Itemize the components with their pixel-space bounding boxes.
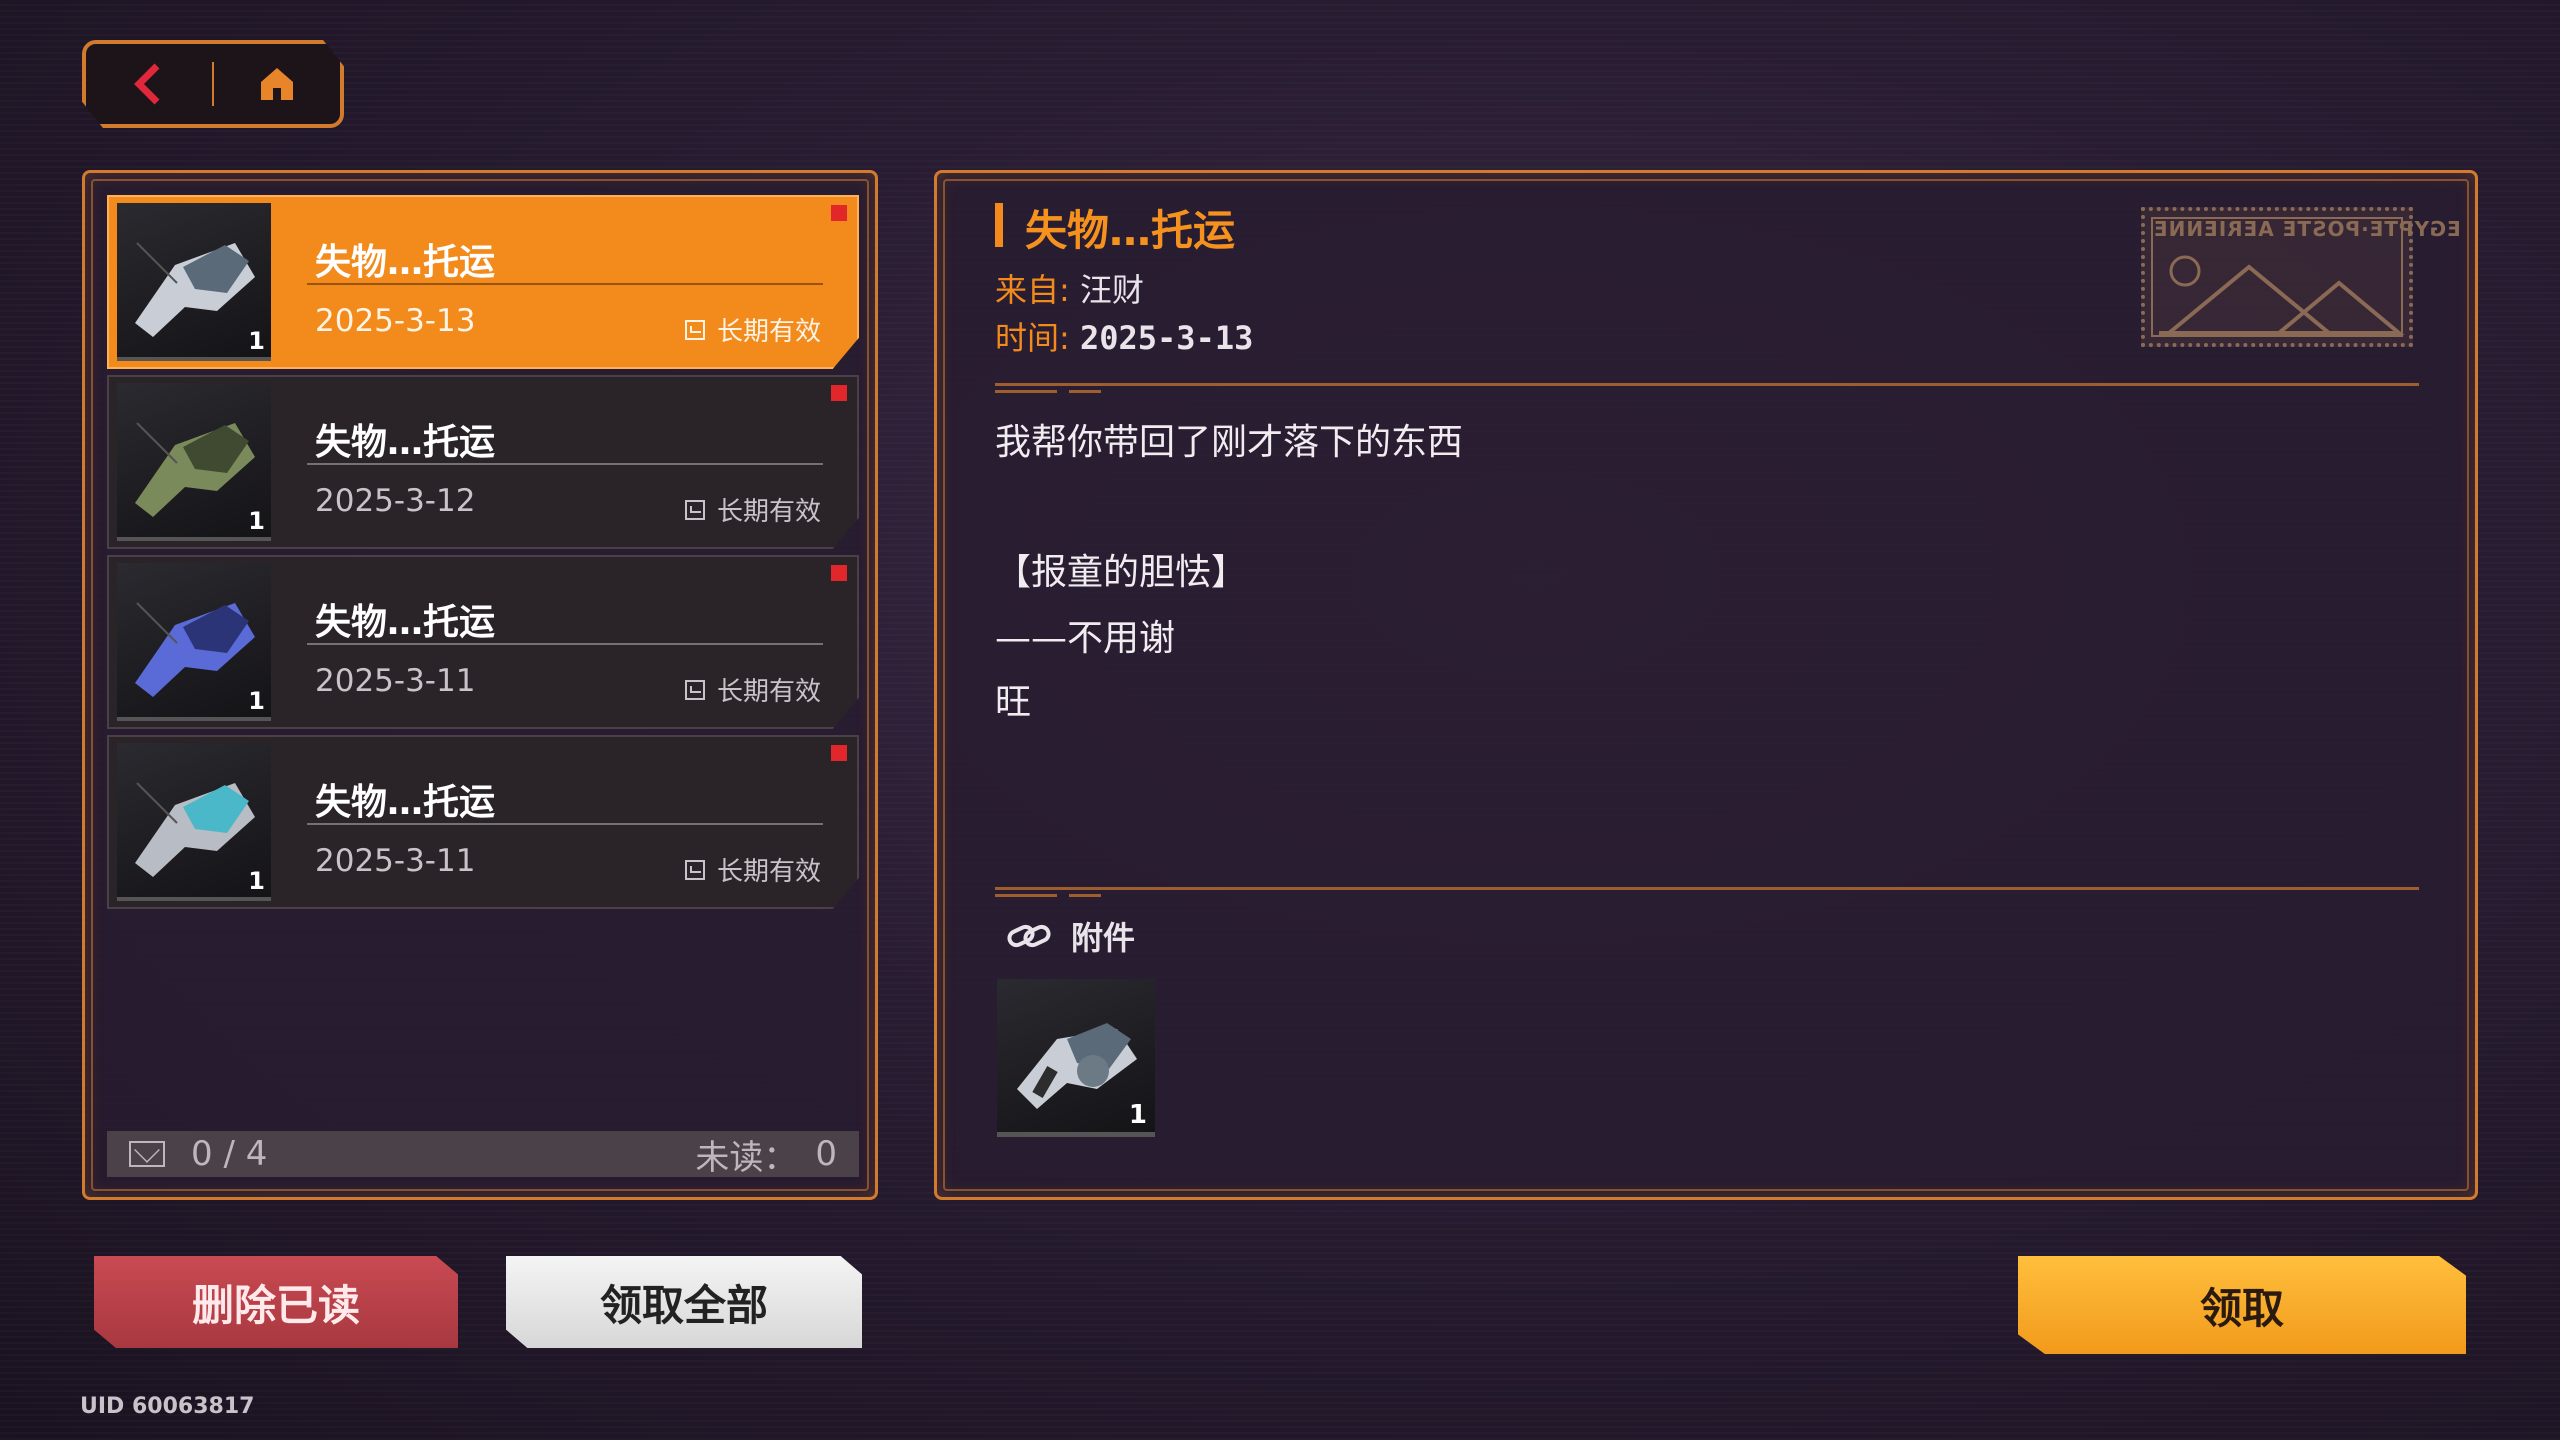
- mail-list-panel: 1 失物…托运 2025-3-13 长期有效 1 失物…托运 2025-3-12…: [82, 170, 878, 1200]
- unread-indicator: [831, 205, 847, 221]
- mail-item-divider: [307, 463, 823, 465]
- mail-body-line: 旺: [995, 682, 1032, 723]
- mail-list-footer: 0 / 4 未读： 0: [107, 1131, 859, 1178]
- expiry-text: 长期有效: [716, 857, 821, 887]
- attachment-item[interactable]: 1: [997, 979, 1155, 1137]
- user-id: UID 60063817: [80, 1394, 255, 1419]
- unread-count: 0: [815, 1134, 837, 1174]
- mail-counter: 0 / 4: [191, 1134, 268, 1174]
- unread-label: 未读：: [695, 1137, 798, 1178]
- link-icon: [1007, 924, 1051, 948]
- mail-item-expiry: 长期有效: [684, 491, 821, 528]
- mail-body-line: ——不用谢: [995, 618, 1176, 659]
- item-count: 1: [248, 507, 265, 535]
- top-nav: [82, 40, 344, 128]
- title-accent-bar: [995, 203, 1003, 247]
- claim-all-button[interactable]: 领取全部: [506, 1256, 862, 1348]
- stamp-text: EGYPTE·POSTE AERIENNE: [2153, 217, 2461, 241]
- mail-item-title: 失物…托运: [315, 782, 496, 823]
- mail-detail-panel: 失物…托运 来自: 汪财 时间: 2025-3-13 EGYPTE·POSTE …: [934, 170, 2478, 1200]
- header-divider: [995, 383, 2419, 393]
- mail-title: 失物…托运: [1025, 206, 1236, 255]
- attachment-header: 附件: [1007, 913, 1135, 959]
- envelope-icon: [129, 1141, 165, 1167]
- hourglass-icon: [684, 679, 705, 700]
- expiry-text: 长期有效: [716, 677, 821, 707]
- mail-body-line: 我帮你带回了刚才落下的东西: [995, 422, 1464, 463]
- from-value: 汪财: [1079, 271, 1144, 309]
- mail-thumbnail: 1: [117, 203, 271, 361]
- unread-indicator: [831, 745, 847, 761]
- mail-item-date: 2025-3-11: [315, 843, 476, 879]
- mail-item-divider: [307, 823, 823, 825]
- mail-item-date: 2025-3-12: [315, 483, 476, 519]
- unread-indicator: [831, 565, 847, 581]
- hourglass-icon: [684, 319, 705, 340]
- time-label: 时间:: [995, 319, 1070, 357]
- back-button[interactable]: [86, 44, 212, 124]
- mail-thumbnail: 1: [117, 563, 271, 721]
- mail-item-date: 2025-3-13: [315, 303, 476, 339]
- hourglass-icon: [684, 859, 705, 880]
- time-value: 2025-3-13: [1079, 319, 1254, 357]
- mail-item-title: 失物…托运: [315, 242, 496, 283]
- item-count: 1: [248, 867, 265, 895]
- attachment-label: 附件: [1071, 919, 1136, 957]
- mail-list-item[interactable]: 1 失物…托运 2025-3-12 长期有效: [107, 375, 859, 549]
- chevron-left-icon: [133, 63, 160, 105]
- mail-from: 来自: 汪财: [995, 265, 1144, 311]
- expiry-text: 长期有效: [716, 497, 821, 527]
- mail-item-expiry: 长期有效: [684, 851, 821, 888]
- expiry-text: 长期有效: [716, 317, 821, 347]
- mail-list-item[interactable]: 1 失物…托运 2025-3-13 长期有效: [107, 195, 859, 369]
- mail-thumbnail: 1: [117, 743, 271, 901]
- home-icon: [261, 68, 294, 100]
- home-button[interactable]: [214, 44, 340, 124]
- mail-list-item[interactable]: 1 失物…托运 2025-3-11 长期有效: [107, 555, 859, 729]
- item-count: 1: [248, 327, 265, 355]
- item-count: 1: [248, 687, 265, 715]
- mail-time: 时间: 2025-3-13: [995, 313, 1253, 359]
- claim-button[interactable]: 领取: [2018, 1256, 2466, 1354]
- from-label: 来自:: [995, 271, 1070, 309]
- attachment-divider: [995, 887, 2419, 897]
- mail-item-date: 2025-3-11: [315, 663, 476, 699]
- mail-thumbnail: 1: [117, 383, 271, 541]
- attachment-count: 1: [1128, 1100, 1147, 1130]
- unread-indicator: [831, 385, 847, 401]
- mail-item-title: 失物…托运: [315, 602, 496, 643]
- pyramid-icon: [2159, 255, 2405, 335]
- mail-item-expiry: 长期有效: [684, 311, 821, 348]
- mail-item-divider: [307, 283, 823, 285]
- mail-item-divider: [307, 643, 823, 645]
- mail-body-line: 【报童的胆怯】: [995, 552, 1248, 593]
- hourglass-icon: [684, 499, 705, 520]
- mail-item-expiry: 长期有效: [684, 671, 821, 708]
- postage-stamp: EGYPTE·POSTE AERIENNE: [2141, 207, 2461, 347]
- mail-item-title: 失物…托运: [315, 422, 496, 463]
- delete-read-button[interactable]: 删除已读: [94, 1256, 458, 1348]
- mail-list-item[interactable]: 1 失物…托运 2025-3-11 长期有效: [107, 735, 859, 909]
